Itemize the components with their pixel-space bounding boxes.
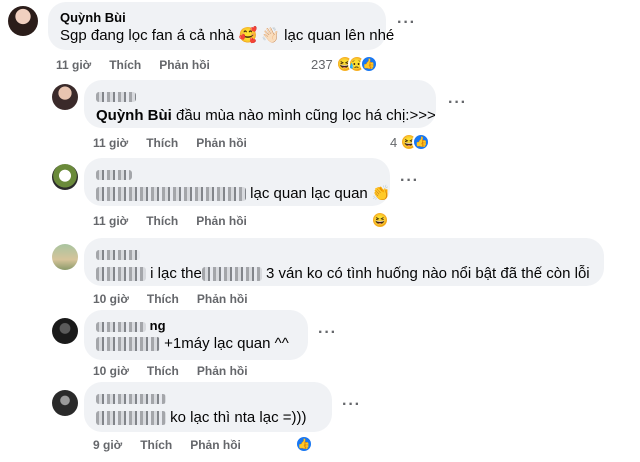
comment-actions: 11 giờ Thích Phản hồi: [93, 136, 247, 150]
more-options-button[interactable]: ···: [342, 396, 361, 414]
comment-text: Sgp đang lọc fan á cả nhà 🥰 👋🏻 lạc quan …: [60, 27, 395, 44]
timestamp[interactable]: 11 giờ: [93, 136, 128, 150]
comment-text: ko lạc thì nta lạc =))): [96, 408, 320, 428]
comment-bubble: lạc quan lạc quan 👏: [84, 158, 391, 206]
like-button[interactable]: Thích: [146, 136, 178, 150]
timestamp[interactable]: 10 giờ: [93, 292, 129, 306]
avatar[interactable]: [52, 318, 78, 344]
comment-bubble: ng +1máy lạc quan ^^: [84, 310, 308, 360]
like-icon: 👍: [359, 55, 378, 73]
avatar[interactable]: [52, 244, 78, 270]
comment-actions: 10 giờ Thích Phản hồi: [93, 364, 248, 378]
avatar[interactable]: [52, 164, 78, 190]
comment-bubble: Quỳnh Bùi Sgp đang lọc fan á cả nhà 🥰 👋🏻…: [48, 2, 395, 50]
comment-text: i lạc the 3 ván ko có tình huống nào nổi…: [96, 264, 592, 284]
like-button[interactable]: Thích: [147, 364, 179, 378]
haha-icon: 😆: [371, 211, 389, 229]
comment-bubble: i lạc the 3 ván ko có tình huống nào nổi…: [84, 238, 604, 286]
comment-author-redacted: [96, 390, 320, 408]
comment-author[interactable]: Quỳnh Bùi: [60, 10, 374, 26]
comment-actions: 10 giờ Thích Phản hồi: [93, 292, 248, 306]
reply-button[interactable]: Phản hồi: [197, 292, 248, 306]
more-options-button[interactable]: ···: [397, 14, 416, 32]
comment-actions: 9 giờ Thích Phản hồi: [93, 438, 241, 452]
like-icon: 👍: [295, 435, 313, 453]
avatar[interactable]: [52, 390, 78, 416]
like-button[interactable]: Thích: [109, 58, 141, 72]
comment-bubble: Quỳnh Bùi đầu mùa nào mình cũng lọc há c…: [84, 80, 436, 128]
comment-bubble: ko lạc thì nta lạc =))): [84, 382, 332, 432]
reaction-summary[interactable]: 4 😆 👍: [390, 133, 431, 151]
reaction-count: 4: [390, 134, 398, 150]
comment-actions: 11 giờ Thích Phản hồi: [56, 58, 210, 72]
avatar[interactable]: [8, 6, 38, 36]
reaction-count: 237: [311, 56, 333, 72]
more-options-button[interactable]: ···: [448, 94, 467, 112]
comment-author[interactable]: ng: [96, 318, 296, 334]
like-button[interactable]: Thích: [146, 214, 178, 228]
reply-button[interactable]: Phản hồi: [190, 438, 241, 452]
comment-actions: 11 giờ Thích Phản hồi: [93, 214, 247, 228]
timestamp[interactable]: 11 giờ: [93, 214, 128, 228]
like-button[interactable]: Thích: [147, 292, 179, 306]
reply-button[interactable]: Phản hồi: [196, 214, 247, 228]
comment-text: +1máy lạc quan ^^: [96, 334, 296, 354]
like-icon: 👍: [412, 133, 431, 151]
comment-text: Quỳnh Bùi đầu mùa nào mình cũng lọc há c…: [96, 107, 436, 124]
reaction-summary[interactable]: 😆: [371, 211, 389, 229]
timestamp[interactable]: 10 giờ: [93, 364, 129, 378]
reaction-summary[interactable]: 237 😆 😥 👍: [311, 55, 378, 73]
mention-link[interactable]: Quỳnh Bùi: [96, 107, 172, 124]
reaction-summary[interactable]: 👍: [295, 435, 313, 453]
timestamp[interactable]: 9 giờ: [93, 438, 122, 452]
more-options-button[interactable]: ···: [400, 172, 419, 190]
reply-button[interactable]: Phản hồi: [159, 58, 210, 72]
timestamp[interactable]: 11 giờ: [56, 58, 91, 72]
more-options-button[interactable]: ···: [318, 324, 337, 342]
reply-button[interactable]: Phản hồi: [196, 136, 247, 150]
comment-author-redacted: [96, 246, 592, 264]
comment-author-redacted: [96, 88, 424, 106]
reply-button[interactable]: Phản hồi: [197, 364, 248, 378]
like-button[interactable]: Thích: [140, 438, 172, 452]
avatar[interactable]: [52, 84, 78, 110]
comment-author-redacted: [96, 166, 378, 184]
comment-text: lạc quan lạc quan 👏: [96, 184, 391, 204]
